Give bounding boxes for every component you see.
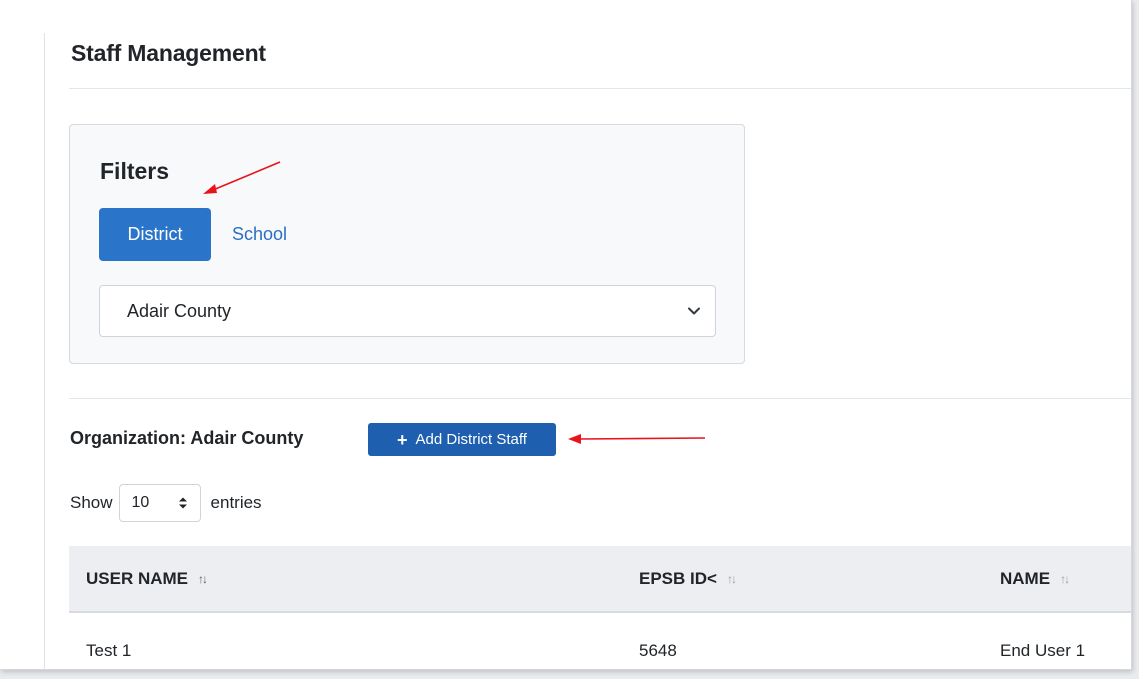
- staff-management-panel: Staff Management Filters District School…: [0, 0, 1132, 670]
- annotation-overlay: [203, 161, 706, 444]
- annotation-arrow-add-staff: [568, 434, 706, 444]
- annotation-arrow-filters: [203, 161, 281, 194]
